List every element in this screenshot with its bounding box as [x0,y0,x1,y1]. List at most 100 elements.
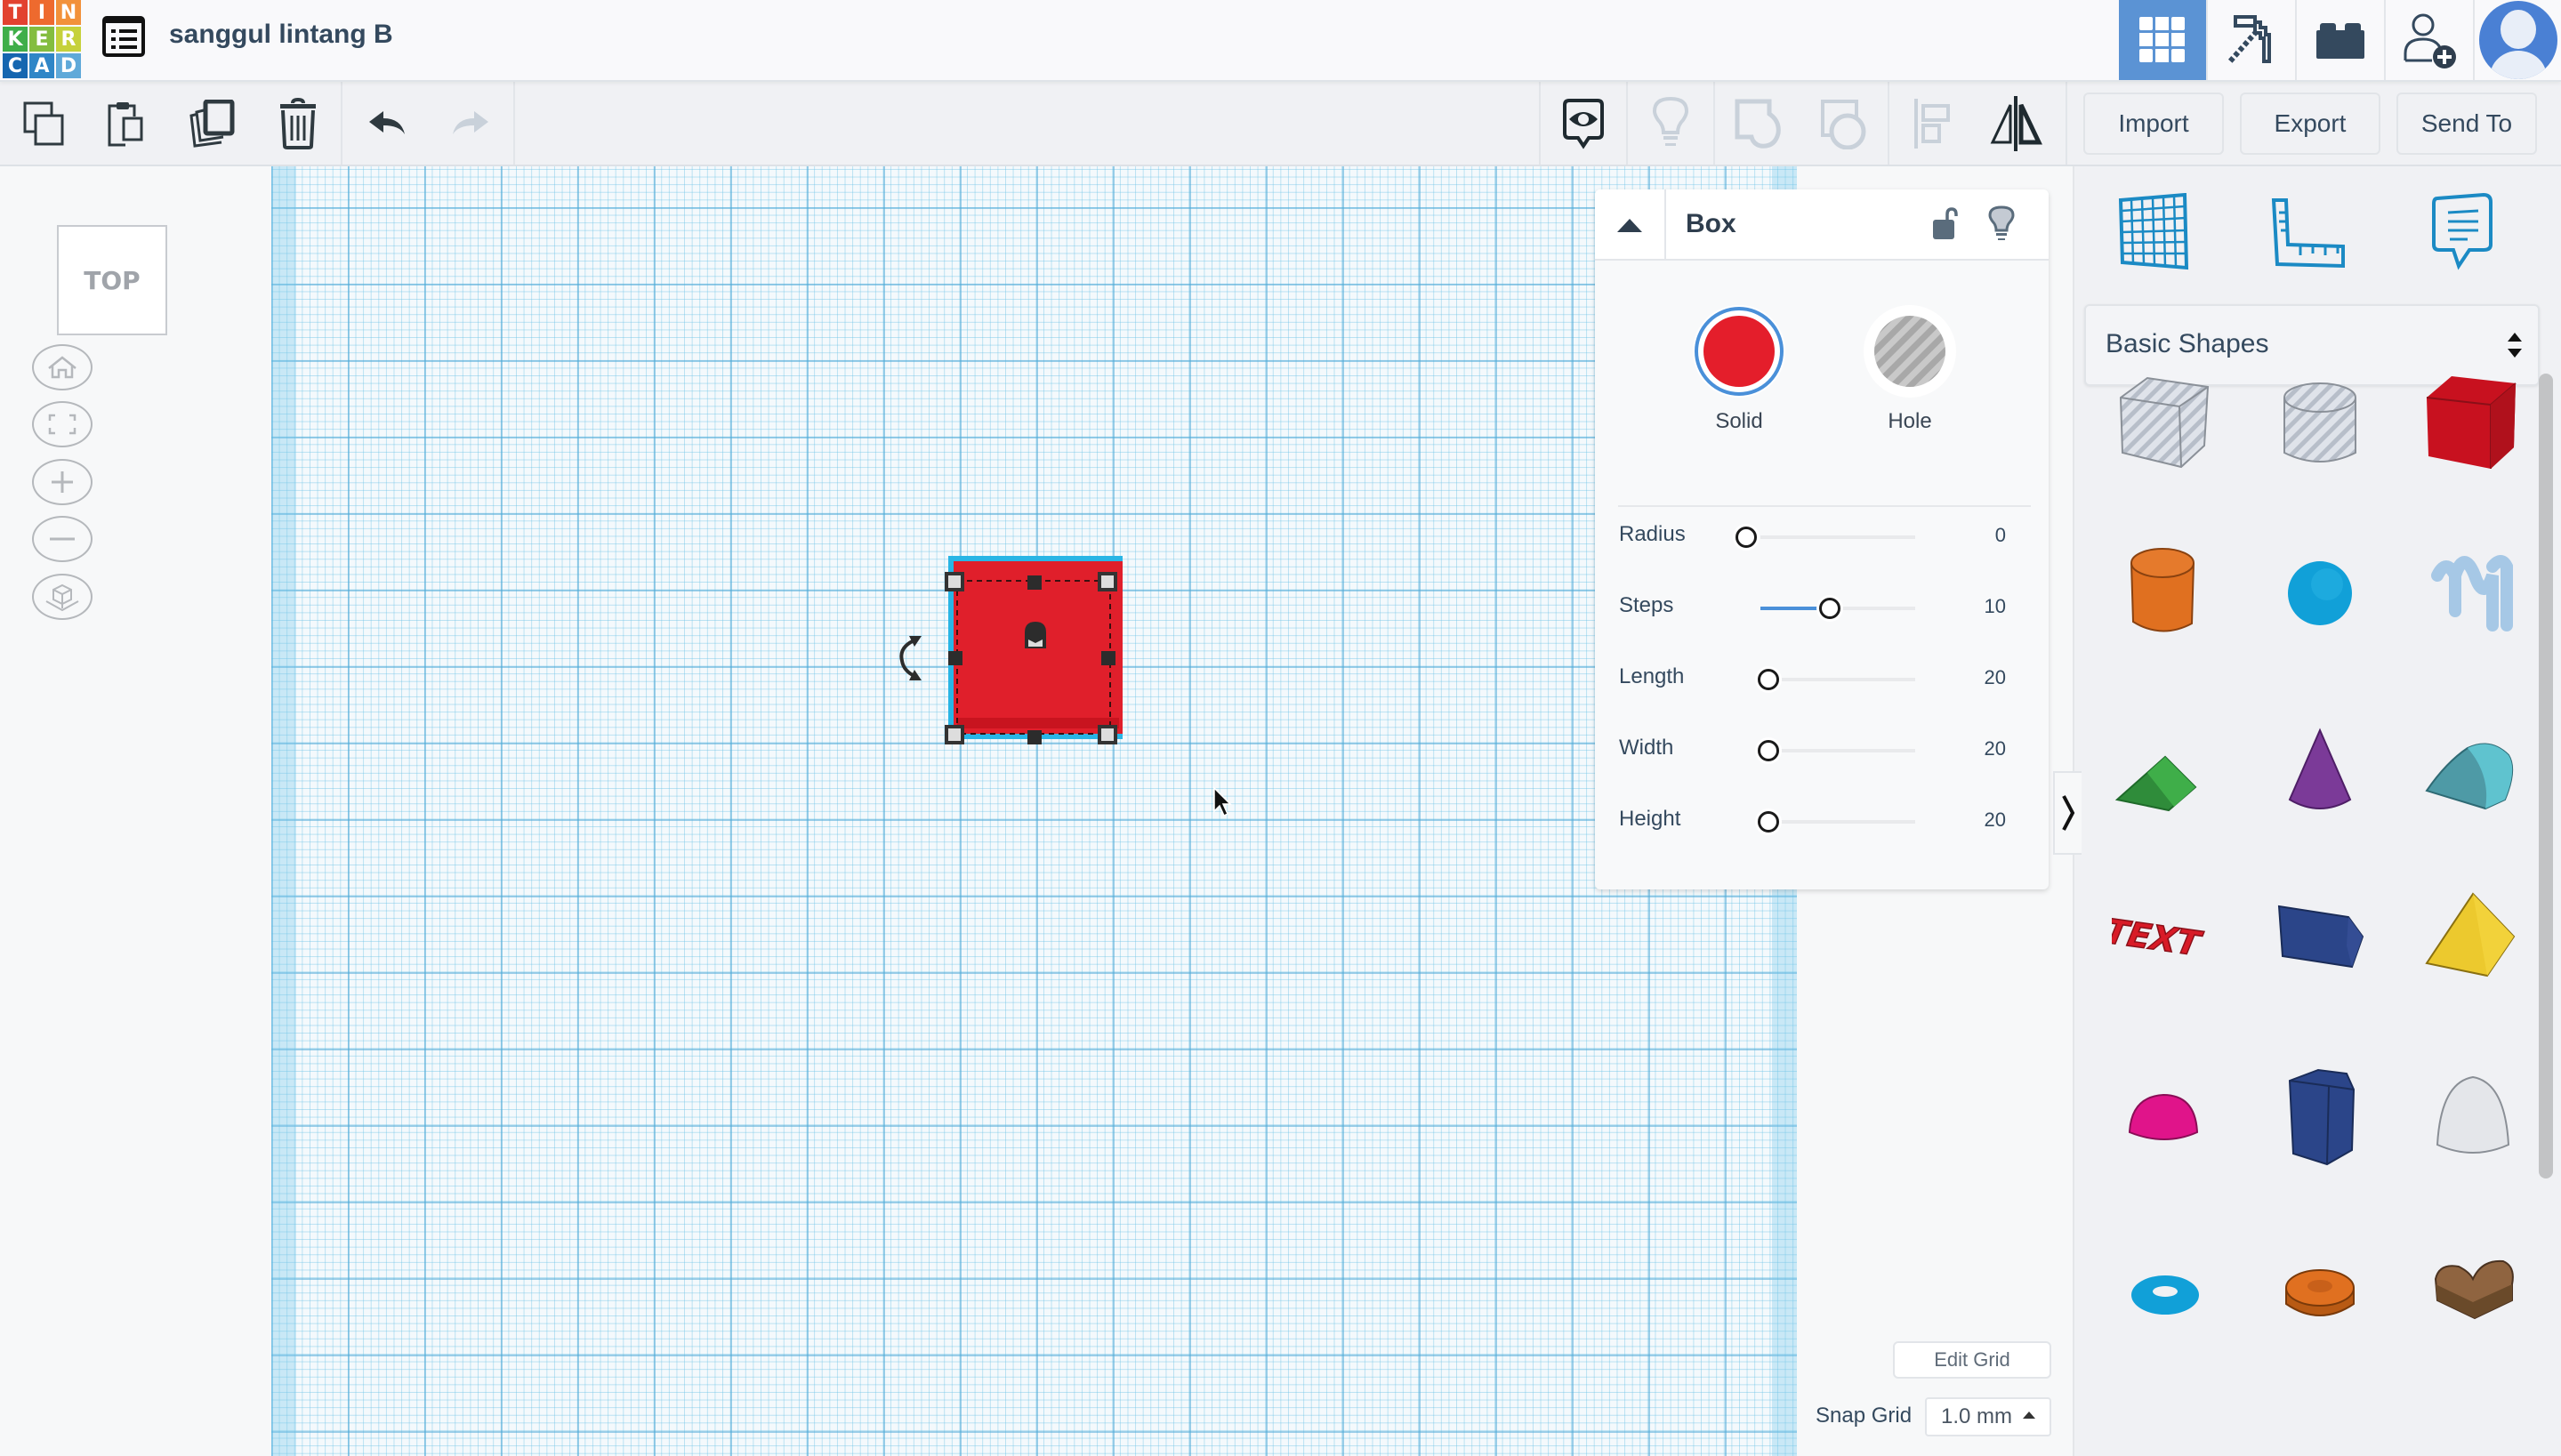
ungroup-icon [1821,99,1866,149]
notes-visibility-button[interactable] [1541,82,1626,165]
group-button[interactable] [1715,82,1800,165]
logo-letter: T [3,0,28,25]
slider-knob[interactable] [1819,598,1841,619]
import-button[interactable]: Import [2083,93,2224,155]
mirror-button[interactable] [1973,82,2058,165]
shapes-scrollbar[interactable] [2539,374,2553,1178]
zoom-in-button[interactable] [32,459,93,505]
resize-handle-corner[interactable] [1098,725,1117,744]
shape-text[interactable]: TEXT [2103,878,2227,1002]
light-button[interactable] [1628,82,1713,165]
notes-tool-button[interactable] [2427,192,2507,273]
height-handle-icon[interactable] [1021,620,1050,650]
property-row-width: Width 20 [1595,732,2049,768]
toggle-inspector-button[interactable] [2053,771,2082,855]
export-button[interactable]: Export [2240,93,2380,155]
undo-button[interactable] [356,82,418,165]
user-avatar[interactable] [2473,0,2561,80]
slider-knob[interactable] [1757,669,1779,690]
shape-paraboloid[interactable] [2411,1056,2535,1180]
property-slider[interactable] [1760,820,1915,824]
property-slider[interactable] [1760,749,1915,752]
property-value[interactable]: 20 [1985,737,2006,760]
align-button[interactable] [1889,82,1975,165]
resize-handle-corner[interactable] [945,725,964,744]
group-icon [1735,99,1781,149]
shape-cylinder-hole[interactable] [2258,362,2382,487]
redo-button[interactable] [439,82,502,165]
resize-handle-edge[interactable] [1101,651,1115,665]
invite-user-button[interactable] [2384,0,2473,80]
nav-blocks[interactable] [2206,0,2295,80]
ungroup-button[interactable] [1800,82,1886,165]
solid-color-button[interactable] [1693,305,1785,398]
half-sphere-icon [2128,1093,2199,1140]
shape-heart[interactable] [2411,1229,2535,1354]
shape-polygon[interactable] [2258,878,2382,1002]
selected-box-shape[interactable] [945,552,1126,746]
shape-box-hole[interactable] [2103,362,2227,487]
unlock-icon[interactable] [1931,207,1958,241]
workplane-grid[interactable] [271,166,1797,1456]
fit-all-button[interactable] [32,401,93,447]
shape-pyramid[interactable] [2411,878,2535,1002]
view-cube[interactable]: TOP [57,225,167,335]
slider-knob[interactable] [1757,740,1779,761]
slider-knob[interactable] [1757,811,1779,833]
toolbar-divider [513,82,515,165]
collapse-inspector-button[interactable] [1595,189,1666,261]
property-row-height: Height 20 [1595,803,2049,839]
shape-round-roof[interactable] [2411,709,2535,833]
toolbar-divider [341,82,342,165]
property-value[interactable]: 10 [1985,595,2006,618]
workplane-tool-button[interactable] [2115,192,2195,273]
nav-bricks[interactable] [2295,0,2384,80]
property-slider[interactable] [1760,535,1915,539]
shape-hexagonal-prism[interactable] [2258,1056,2382,1180]
select-arrows-icon [2508,333,2522,358]
duplicate-button[interactable] [181,82,244,165]
resize-handle-edge[interactable] [1027,575,1042,590]
edit-grid-button[interactable]: Edit Grid [1893,1341,2051,1379]
shape-tube[interactable] [2258,1229,2382,1354]
add-user-icon [2404,13,2456,68]
shape-roof[interactable] [2103,709,2227,833]
resize-handle-corner[interactable] [1098,572,1117,591]
shape-torus[interactable] [2103,1229,2227,1354]
home-view-button[interactable] [32,344,93,390]
snap-grid-select[interactable]: 1.0 mm [1925,1397,2051,1436]
delete-button[interactable] [267,82,329,165]
shape-inspector-panel: Box Solid Hole Radius 0 Steps 10 Length … [1595,189,2049,889]
lightbulb-icon[interactable] [1988,205,2015,243]
tinkercad-logo[interactable]: T I N K E R C A D [3,0,81,78]
mirror-icon [1990,95,2042,151]
paste-button[interactable] [94,82,157,165]
zoom-out-button[interactable] [32,516,93,562]
perspective-button[interactable] [32,574,93,620]
property-slider[interactable] [1760,678,1915,681]
rotate-handle-icon[interactable] [897,634,922,682]
property-value[interactable]: 0 [1995,524,2006,547]
shape-box[interactable] [2411,362,2535,487]
shape-half-sphere[interactable] [2103,1056,2227,1180]
minus-icon [50,537,75,541]
resize-handle-corner[interactable] [945,572,964,591]
slider-knob[interactable] [1736,527,1757,548]
note-icon [2432,192,2493,270]
shape-sphere[interactable] [2258,531,2382,656]
resize-handle-edge[interactable] [1027,730,1042,744]
shape-cone[interactable] [2258,709,2382,833]
copy-button[interactable] [12,82,75,165]
paste-icon [108,101,143,146]
property-value[interactable]: 20 [1985,666,2006,689]
nav-3d-design[interactable] [2119,0,2206,80]
shape-cylinder[interactable] [2103,531,2227,656]
resize-handle-edge[interactable] [948,651,962,665]
ruler-tool-button[interactable] [2270,193,2350,273]
property-value[interactable]: 20 [1985,808,2006,832]
shape-scribble[interactable] [2411,531,2535,656]
design-title[interactable]: sanggul lintang B [169,20,393,50]
design-list-button[interactable] [102,16,145,57]
send-to-button[interactable]: Send To [2396,93,2537,155]
hole-button[interactable] [1864,305,1956,398]
